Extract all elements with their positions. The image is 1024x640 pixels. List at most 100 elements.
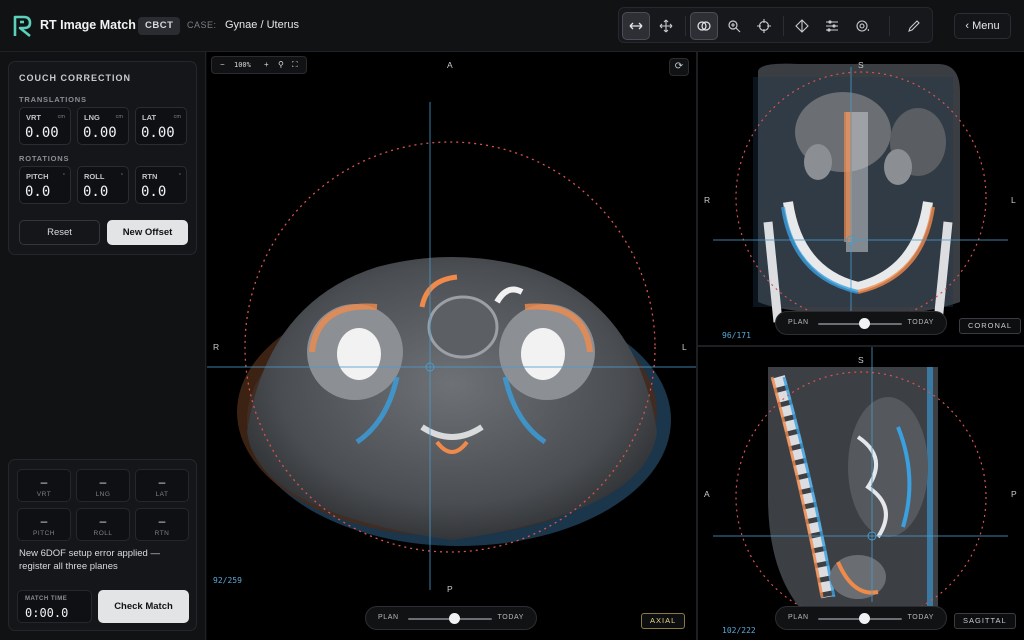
contour-tool[interactable] <box>848 12 876 40</box>
blend-slider[interactable]: PLAN TODAY <box>365 606 537 630</box>
orient-top: S <box>858 355 864 365</box>
field-unit: ° <box>178 173 181 179</box>
modality-badge: CBCT <box>138 17 181 35</box>
field-label: PITCH <box>26 172 49 181</box>
slider-knob[interactable] <box>858 318 870 329</box>
slider-right-label: TODAY <box>497 614 524 621</box>
axial-image <box>207 102 696 590</box>
pan-icon[interactable]: ⚲ <box>278 60 284 69</box>
slider-knob[interactable] <box>858 613 870 624</box>
field-unit: cm <box>173 114 181 120</box>
error-label: RTN <box>154 530 170 537</box>
field-value: 0.00 <box>83 125 117 141</box>
sagittal-image <box>713 347 1008 623</box>
zoom-icon <box>728 20 741 33</box>
roll-field[interactable]: ROLL ° 0.0 <box>77 166 129 204</box>
field-value: 0.00 <box>141 125 175 141</box>
reset-view-icon[interactable]: ⟳ <box>669 58 689 76</box>
lat-field[interactable]: LAT cm 0.00 <box>135 107 187 145</box>
orient-left: R <box>704 195 711 205</box>
field-label: RTN <box>142 172 158 181</box>
field-value: 0.00 <box>25 125 59 141</box>
field-value: 0.0 <box>141 184 167 200</box>
field-unit: cm <box>57 114 65 120</box>
blend-slider[interactable]: PLAN TODAY <box>775 311 947 335</box>
field-label: VRT <box>26 113 41 122</box>
orient-left: R <box>213 342 220 352</box>
app-title: RT Image Match <box>40 18 136 32</box>
blend-slider[interactable]: PLAN TODAY <box>775 606 947 630</box>
zoom-tool[interactable] <box>720 12 748 40</box>
slice-counter: 96/171 <box>722 331 751 340</box>
landmark-tool[interactable] <box>788 12 816 40</box>
match-time-value: 0:00.0 <box>25 606 69 620</box>
lng-field[interactable]: LNG cm 0.00 <box>77 107 129 145</box>
error-rtn: – RTN <box>135 508 189 541</box>
error-label: VRT <box>36 491 52 498</box>
window-level-tool[interactable] <box>818 12 846 40</box>
error-label: LAT <box>155 491 169 498</box>
slider-right-label: TODAY <box>907 614 934 621</box>
setup-error-card: – VRT – LNG – LAT – PITCH – ROLL – RTN N… <box>8 459 197 631</box>
slider-left-label: PLAN <box>788 614 809 621</box>
swap-arrows-tool[interactable] <box>622 12 650 40</box>
view-label: AXIAL <box>641 613 686 629</box>
top-bar: RT Image Match CBCT CASE: Gynae / Uterus <box>0 0 1024 52</box>
contour-icon <box>856 20 869 32</box>
orient-top: A <box>447 60 453 70</box>
sliders-icon <box>826 20 838 32</box>
crosshair-icon <box>757 19 771 33</box>
case-label: CASE: <box>187 20 217 30</box>
error-value: – <box>40 475 48 489</box>
divider <box>698 345 1024 347</box>
draw-tool[interactable] <box>900 12 928 40</box>
reset-button[interactable]: Reset <box>19 220 100 245</box>
orient-right: L <box>682 342 687 352</box>
error-vrt: – VRT <box>17 469 71 502</box>
error-lat: – LAT <box>135 469 189 502</box>
zoom-in-button[interactable]: + <box>264 60 269 69</box>
field-unit: cm <box>115 114 123 120</box>
move-tool[interactable] <box>652 12 680 40</box>
zoom-value: 100% <box>234 61 251 69</box>
overlay-icon <box>697 21 711 31</box>
menu-button[interactable]: ‹ Menu <box>954 13 1011 39</box>
field-value: 0.0 <box>25 184 51 200</box>
error-label: PITCH <box>33 530 55 537</box>
slider-left-label: PLAN <box>378 614 399 621</box>
error-roll: – ROLL <box>76 508 130 541</box>
fit-icon[interactable]: ⛶ <box>292 60 298 70</box>
zoom-control: − 100% + ⚲ ⛶ <box>211 56 307 74</box>
vrt-field[interactable]: VRT cm 0.00 <box>19 107 71 145</box>
status-message: New 6DOF setup error applied — register … <box>19 548 160 572</box>
case-value: Gynae / Uterus <box>225 19 299 31</box>
rtn-field[interactable]: RTN ° 0.0 <box>135 166 187 204</box>
swap-arrows-icon <box>629 22 643 30</box>
overlay-tool[interactable] <box>690 12 718 40</box>
view-toolbar <box>618 7 933 43</box>
coronal-viewport[interactable]: S R L 96/171 PLAN TODAY CORONAL <box>698 52 1024 345</box>
diamond-icon <box>795 19 809 33</box>
axial-viewport[interactable]: − 100% + ⚲ ⛶ ⟳ A P R L 92/259 PLAN TODAY… <box>207 52 696 640</box>
slider-knob[interactable] <box>448 613 460 624</box>
view-label: CORONAL <box>959 318 1022 334</box>
error-value: – <box>40 514 48 528</box>
orient-bottom: P <box>447 584 453 594</box>
error-lng: – LNG <box>76 469 130 502</box>
zoom-out-button[interactable]: − <box>220 60 225 69</box>
slider-left-label: PLAN <box>788 319 809 326</box>
pen-icon <box>908 20 920 32</box>
card-title: COUCH CORRECTION <box>19 73 131 83</box>
crosshair-tool[interactable] <box>750 12 778 40</box>
field-label: ROLL <box>84 172 105 181</box>
field-unit: ° <box>120 173 123 179</box>
sagittal-viewport[interactable]: S A P 102/222 PLAN TODAY SAGITTAL <box>698 347 1024 640</box>
new-offset-button[interactable]: New Offset <box>107 220 188 245</box>
field-label: LAT <box>142 113 157 122</box>
orient-left: A <box>704 489 710 499</box>
move-icon <box>659 19 673 33</box>
check-match-button[interactable]: Check Match <box>98 590 189 623</box>
field-value: 0.0 <box>83 184 109 200</box>
error-label: LNG <box>95 491 111 498</box>
pitch-field[interactable]: PITCH ° 0.0 <box>19 166 71 204</box>
